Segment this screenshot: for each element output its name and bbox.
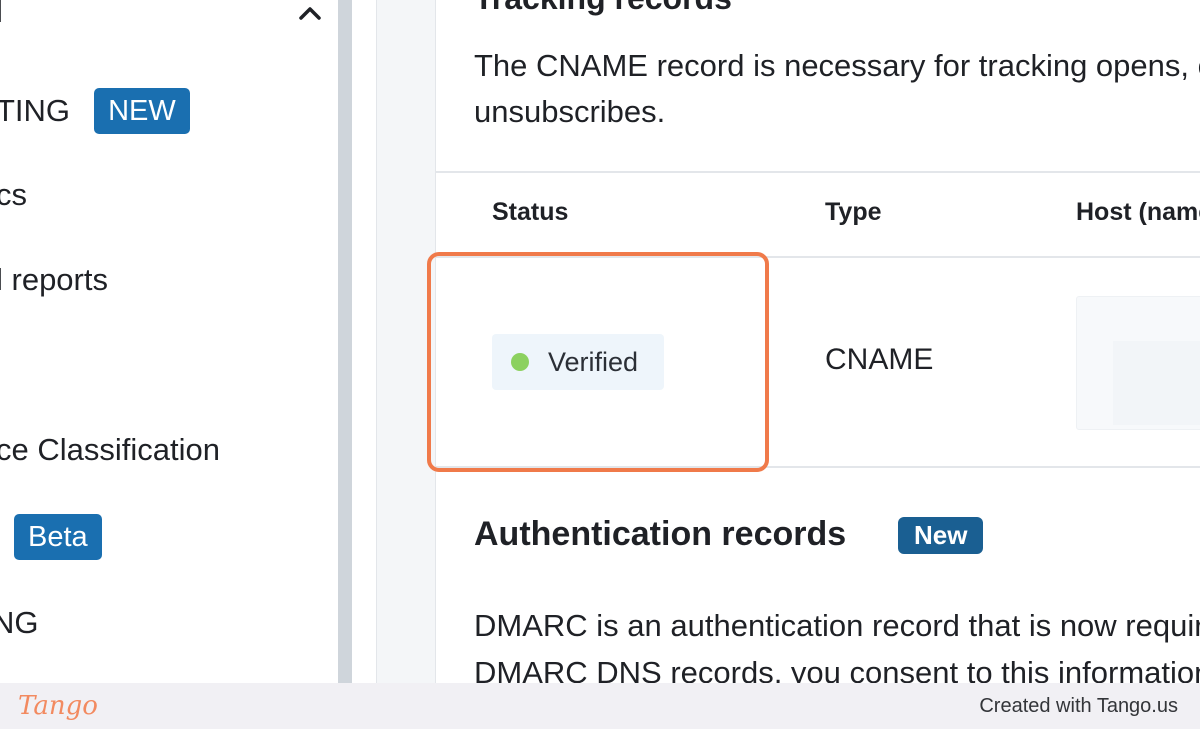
beta-badge: Beta [14, 514, 102, 560]
column-header-status[interactable]: Status [492, 198, 568, 227]
sidebar-scrollbar[interactable] [338, 0, 352, 683]
gap [352, 0, 376, 683]
sidebar-item-classification[interactable]: ce Classification [0, 432, 220, 468]
sidebar-item-ng[interactable]: NG [0, 605, 39, 641]
new-badge: NEW [94, 88, 190, 134]
sidebar-item-label: NG [0, 605, 39, 640]
sidebar: l TING NEW cs l reports ce Classificatio… [0, 0, 338, 683]
dns-records-card: Tracking records The CNAME record is nec… [435, 0, 1200, 683]
sidebar-item-beta[interactable]: Beta [0, 514, 102, 560]
column-header-type[interactable]: Type [825, 198, 882, 227]
description-line: The CNAME record is necessary for tracki… [474, 48, 1200, 83]
main-content: Tracking records The CNAME record is nec… [377, 0, 1200, 683]
status-text: Verified [548, 346, 639, 377]
host-value-field[interactable] [1076, 296, 1200, 430]
authentication-description: DMARC is an authentication record that i… [474, 602, 1200, 683]
divider [436, 171, 1200, 173]
description-line: DMARC DNS records, you consent to this i… [474, 655, 1200, 683]
status-badge: Verified [492, 334, 664, 390]
tracking-records-description: The CNAME record is necessary for tracki… [474, 43, 1200, 135]
new-badge: New [898, 517, 984, 554]
chevron-up-icon[interactable] [296, 0, 324, 26]
authentication-records-title: Authentication records [474, 515, 847, 553]
sidebar-item-label: l [0, 0, 3, 30]
divider [436, 466, 1200, 468]
host-value-inner [1113, 341, 1200, 425]
sidebar-item-marketing[interactable]: TING NEW [0, 88, 190, 134]
description-line: DMARC is an authentication record that i… [474, 608, 1200, 643]
verified-dot-icon [511, 353, 529, 371]
divider [436, 256, 1200, 258]
sidebar-item-label: cs [0, 177, 27, 212]
sidebar-item-section[interactable]: l [0, 0, 3, 30]
sidebar-item-analytics[interactable]: cs [0, 177, 27, 213]
sidebar-item-label: ce Classification [0, 432, 220, 467]
column-header-host[interactable]: Host (name) [1076, 198, 1200, 227]
tracking-records-title: Tracking records [474, 0, 732, 17]
footer: Tango Created with Tango.us [0, 683, 1200, 729]
sidebar-item-label: TING [0, 93, 71, 128]
description-line: unsubscribes. [474, 94, 666, 129]
footer-credit: Created with Tango.us [979, 694, 1178, 717]
sidebar-item-label: l reports [0, 262, 108, 297]
sidebar-item-reports[interactable]: l reports [0, 262, 108, 298]
record-type: CNAME [825, 343, 934, 376]
tango-logo: Tango [18, 691, 98, 721]
